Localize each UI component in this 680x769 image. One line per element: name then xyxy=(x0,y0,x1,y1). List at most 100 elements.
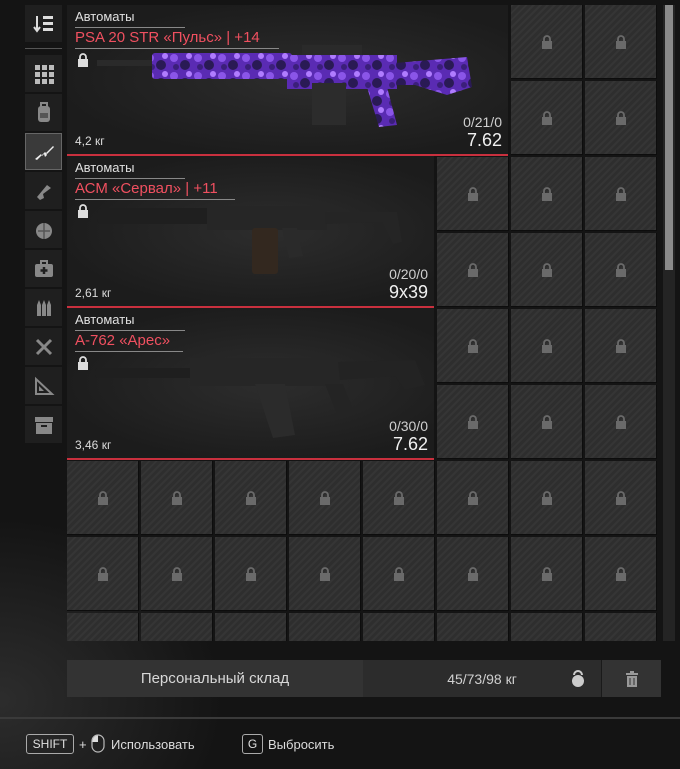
sidebar-item-grenades[interactable] xyxy=(25,211,62,248)
locked-slot xyxy=(511,233,583,307)
lock-icon xyxy=(97,490,108,505)
delete-button[interactable] xyxy=(601,660,661,697)
locked-slot xyxy=(437,233,509,307)
lock-icon xyxy=(615,490,626,505)
lock-icon xyxy=(78,53,88,67)
lock-icon xyxy=(615,566,626,581)
item-category-underline xyxy=(75,178,185,179)
tools-icon xyxy=(35,338,52,355)
lock-icon xyxy=(78,204,88,218)
lock-icon xyxy=(97,566,108,581)
locked-slot xyxy=(511,613,583,641)
archive-icon xyxy=(34,416,53,434)
item-ammo: 0/21/0 xyxy=(463,114,502,130)
item-category: Автоматы xyxy=(75,160,135,175)
locked-slot xyxy=(363,461,435,535)
weapon-image-asm xyxy=(97,206,402,274)
item-category-underline xyxy=(75,330,185,331)
sidebar-item-materials[interactable] xyxy=(25,367,62,404)
locked-slot xyxy=(511,157,583,231)
inventory-item-asm[interactable]: Автоматы АСМ «Сервал» | +11 2,61 кг 0/20… xyxy=(67,156,434,308)
locked-slot xyxy=(67,461,139,535)
locked-slot xyxy=(141,461,213,535)
lock-icon xyxy=(541,566,552,581)
sidebar-item-medical[interactable] xyxy=(25,250,62,287)
item-caliber: 7.62 xyxy=(466,130,502,150)
sidebar-item-tools[interactable] xyxy=(25,328,62,365)
item-category: Автоматы xyxy=(75,9,135,24)
grenade-icon xyxy=(35,222,52,239)
lock-icon xyxy=(615,414,626,429)
locked-slot xyxy=(511,461,583,535)
mouse-icon xyxy=(91,734,105,753)
inventory-item-psa20[interactable]: Автоматы PSA 20 STR «Пульс» | +14 4,2 кг… xyxy=(67,5,508,156)
sidebar-item-backpacks[interactable] xyxy=(25,94,62,131)
ammo-icon xyxy=(36,299,51,316)
locked-slot xyxy=(585,233,657,307)
locked-slot xyxy=(511,5,583,79)
locked-slot xyxy=(141,537,213,611)
footer-divider xyxy=(0,717,680,719)
lock-icon xyxy=(467,490,478,505)
locked-slot xyxy=(363,537,435,611)
locked-slot xyxy=(437,613,509,641)
sidebar-item-misc[interactable] xyxy=(25,406,62,443)
locked-slot xyxy=(289,461,361,535)
item-category: Автоматы xyxy=(75,312,135,327)
locked-slot xyxy=(215,461,287,535)
lock-icon xyxy=(319,490,330,505)
locked-slot xyxy=(585,613,657,641)
plus-sign: + xyxy=(79,737,87,752)
lock-icon xyxy=(541,186,552,201)
lock-icon xyxy=(541,490,552,505)
sidebar-item-ammo[interactable] xyxy=(25,289,62,326)
sidebar-item-pistols[interactable] xyxy=(25,172,62,209)
storage-name-button[interactable]: Персональный склад xyxy=(67,660,363,697)
sort-button[interactable] xyxy=(25,5,62,42)
locked-slot xyxy=(511,81,583,155)
locked-slot xyxy=(511,385,583,459)
storage-bar: Персональный склад 45/73/98 кг xyxy=(67,660,661,697)
lock-icon xyxy=(541,338,552,353)
locked-slot xyxy=(585,309,657,383)
locked-slot xyxy=(141,613,213,641)
locked-slot xyxy=(67,537,139,611)
item-weight: 4,2 кг xyxy=(75,134,105,148)
lock-icon xyxy=(467,414,478,429)
item-weight: 3,46 кг xyxy=(75,438,112,452)
inventory-grid: Автоматы PSA 20 STR «Пульс» | +14 4,2 кг… xyxy=(67,5,660,641)
locked-slot xyxy=(437,537,509,611)
weapon-image-psa20 xyxy=(97,45,472,127)
lock-icon xyxy=(467,566,478,581)
scrollbar-thumb[interactable] xyxy=(665,5,673,270)
lock-icon xyxy=(615,34,626,49)
locked-slot xyxy=(289,613,361,641)
locked-slot xyxy=(585,461,657,535)
inventory-item-a762[interactable]: Автоматы А-762 «Арес» 3,46 кг 0/30/0 7.6… xyxy=(67,308,434,460)
item-caliber: 7.62 xyxy=(392,434,428,454)
locked-slot xyxy=(511,309,583,383)
sidebar-item-all[interactable] xyxy=(25,55,62,92)
lock-icon xyxy=(319,566,330,581)
lock-icon xyxy=(615,338,626,353)
locked-slot xyxy=(289,537,361,611)
kettlebell-icon xyxy=(572,670,584,687)
lock-icon xyxy=(615,186,626,201)
locked-slot xyxy=(67,613,139,641)
lock-icon xyxy=(541,414,552,429)
lock-icon xyxy=(78,356,88,370)
locked-slot xyxy=(363,613,435,641)
backpack-icon xyxy=(37,101,50,122)
locked-slot xyxy=(585,5,657,79)
sort-icon xyxy=(32,15,53,33)
weapon-image-a762 xyxy=(95,358,425,438)
item-category-underline xyxy=(75,27,185,28)
lock-icon xyxy=(171,490,182,505)
sidebar-item-rifles[interactable] xyxy=(25,133,62,170)
locked-slot xyxy=(215,613,287,641)
lock-icon xyxy=(467,186,478,201)
item-ammo: 0/20/0 xyxy=(389,266,428,282)
locked-slot xyxy=(511,537,583,611)
lock-icon xyxy=(615,262,626,277)
lock-icon xyxy=(171,566,182,581)
